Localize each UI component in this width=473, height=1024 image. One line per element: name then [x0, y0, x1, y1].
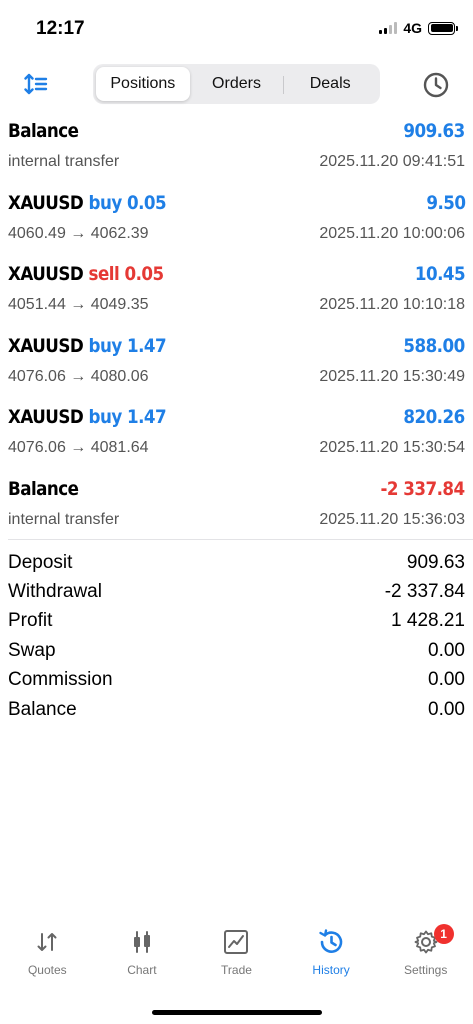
- summary-value: 0.00: [428, 669, 465, 691]
- deal-title: XAUUSD buy 1.47: [8, 334, 167, 357]
- deal-detail: internal transfer: [8, 510, 120, 528]
- deal-row[interactable]: XAUUSD sell 0.05 10.45 4051.44 → 4049.35…: [0, 253, 473, 325]
- tab-trade[interactable]: Trade: [189, 922, 284, 992]
- deal-symbol: XAUUSD: [8, 191, 84, 214]
- summary-section: Deposit 909.63 Withdrawal -2 337.84 Prof…: [0, 548, 473, 724]
- deal-volume: 0.05: [127, 191, 167, 214]
- deal-type: buy: [88, 406, 123, 428]
- summary-value: 1 428.21: [391, 610, 465, 632]
- status-time: 12:17: [36, 18, 85, 39]
- period-button[interactable]: [421, 70, 451, 100]
- toolbar: Positions Orders Deals: [0, 62, 473, 106]
- tab-orders[interactable]: Orders: [190, 67, 284, 101]
- summary-row-profit: Profit 1 428.21: [0, 607, 473, 636]
- deals-list: Balance 909.63 internal transfer 2025.11…: [0, 110, 473, 540]
- deal-time: 2025.11.20 15:30:49: [319, 367, 465, 385]
- deal-symbol: Balance: [8, 120, 79, 142]
- summary-divider: [8, 539, 473, 540]
- notification-badge: 1: [433, 924, 454, 944]
- deal-title: Balance: [8, 120, 79, 142]
- summary-row-balance: Balance 0.00: [0, 695, 473, 724]
- deal-time: 2025.11.20 10:10:18: [319, 296, 465, 313]
- deal-title: XAUUSD buy 0.05: [8, 191, 167, 214]
- tab-label: Trade: [221, 963, 252, 977]
- tab-label: Settings: [403, 963, 448, 977]
- tab-history[interactable]: History: [284, 922, 379, 992]
- status-indicators: 4G: [379, 20, 458, 36]
- summary-label: Commission: [8, 669, 113, 691]
- tab-label: History: [312, 963, 350, 977]
- summary-label: Swap: [8, 639, 56, 661]
- status-bar: 12:17 4G: [0, 0, 473, 58]
- clock-icon: [423, 72, 449, 98]
- deal-amount: 909.63: [403, 120, 466, 142]
- deal-volume: 1.47: [127, 406, 167, 428]
- deal-symbol: XAUUSD: [8, 406, 84, 428]
- summary-label: Profit: [8, 610, 53, 632]
- tab-label: Quotes: [27, 963, 67, 977]
- deal-prices: 4051.44 → 4049.35: [8, 296, 149, 313]
- tab-chart[interactable]: Chart: [95, 922, 190, 992]
- deal-type: buy: [88, 191, 123, 214]
- deal-time: 2025.11.20 15:36:03: [319, 510, 465, 528]
- deal-type: buy: [88, 334, 123, 357]
- deal-symbol: XAUUSD: [8, 334, 84, 357]
- summary-label: Balance: [8, 698, 77, 720]
- deal-row[interactable]: XAUUSD buy 0.05 9.50 4060.49 → 4062.39 2…: [0, 182, 473, 254]
- view-segmented-control: Positions Orders Deals: [93, 64, 380, 104]
- deal-amount: 9.50: [425, 191, 466, 214]
- deal-amount: 820.26: [403, 406, 466, 428]
- deal-volume: 0.05: [124, 263, 164, 285]
- network-label: 4G: [403, 20, 422, 36]
- deal-row[interactable]: Balance 909.63 internal transfer 2025.11…: [0, 110, 473, 182]
- sort-button[interactable]: [22, 70, 50, 98]
- summary-row-swap: Swap 0.00: [0, 636, 473, 665]
- deal-amount: -2 337.84: [380, 477, 466, 500]
- deal-row[interactable]: XAUUSD buy 1.47 588.00 4076.06 → 4080.06…: [0, 325, 473, 397]
- deal-symbol: Balance: [8, 477, 79, 500]
- deal-row[interactable]: Balance -2 337.84 internal transfer 2025…: [0, 468, 473, 540]
- deal-title: XAUUSD buy 1.47: [8, 406, 167, 428]
- deal-amount: 10.45: [414, 263, 466, 285]
- bottom-tab-bar: Quotes Chart Trade History Settings 1: [0, 922, 473, 992]
- battery-icon: [428, 21, 458, 35]
- deal-time: 2025.11.20 09:41:51: [319, 153, 465, 170]
- deal-prices: 4060.49 → 4062.39: [8, 224, 149, 242]
- trade-chart-icon: [222, 928, 250, 956]
- tab-positions[interactable]: Positions: [96, 67, 190, 101]
- summary-value: 0.00: [428, 698, 465, 720]
- summary-value: -2 337.84: [384, 581, 465, 603]
- summary-row-commission: Commission 0.00: [0, 666, 473, 695]
- home-indicator: [152, 1010, 322, 1015]
- deal-detail: internal transfer: [8, 153, 120, 170]
- deal-prices: 4076.06 → 4080.06: [8, 367, 149, 385]
- tab-label: Chart: [127, 963, 157, 977]
- summary-label: Withdrawal: [8, 581, 102, 603]
- summary-row-deposit: Deposit 909.63: [0, 548, 473, 577]
- deal-type: sell: [88, 263, 120, 285]
- tab-deals[interactable]: Deals: [283, 67, 377, 101]
- deal-row[interactable]: XAUUSD buy 1.47 820.26 4076.06 → 4081.64…: [0, 396, 473, 468]
- candlestick-chart-icon: [128, 928, 156, 956]
- signal-icon: [379, 22, 398, 34]
- summary-row-withdrawal: Withdrawal -2 337.84: [0, 577, 473, 606]
- summary-label: Deposit: [8, 551, 73, 573]
- history-clock-icon: [317, 928, 345, 956]
- tab-quotes[interactable]: Quotes: [0, 922, 95, 992]
- deal-prices: 4076.06 → 4081.64: [8, 439, 149, 456]
- deal-amount: 588.00: [403, 334, 466, 357]
- sort-icon: [24, 73, 48, 95]
- deal-volume: 1.47: [127, 334, 167, 357]
- deal-symbol: XAUUSD: [8, 263, 84, 285]
- deal-time: 2025.11.20 10:00:06: [319, 224, 465, 242]
- deal-title: Balance: [8, 478, 79, 500]
- summary-value: 0.00: [428, 639, 465, 661]
- summary-value: 909.63: [406, 551, 465, 573]
- deal-time: 2025.11.20 15:30:54: [319, 439, 465, 456]
- deal-title: XAUUSD sell 0.05: [8, 263, 164, 285]
- quotes-arrows-icon: [33, 928, 61, 956]
- tab-settings[interactable]: Settings 1: [378, 922, 473, 992]
